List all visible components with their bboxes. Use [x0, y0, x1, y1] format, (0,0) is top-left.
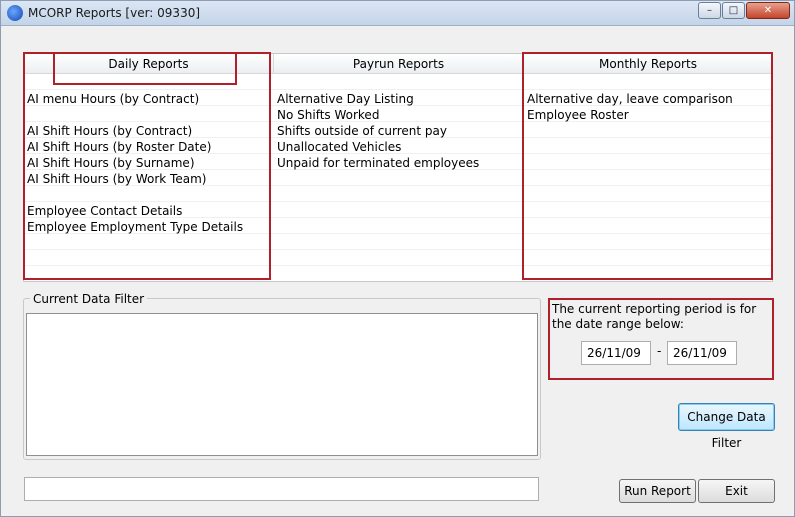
- date-to-field[interactable]: 26/11/09: [667, 341, 737, 365]
- grid-row: [24, 234, 772, 250]
- grid-row: [24, 250, 772, 266]
- current-data-filter-textarea[interactable]: [26, 313, 538, 456]
- reporting-period-text: The current reporting period is for the …: [552, 302, 757, 331]
- date-from-field[interactable]: 26/11/09: [581, 341, 651, 365]
- exit-button[interactable]: Exit: [698, 479, 775, 503]
- run-report-button[interactable]: Run Report: [619, 479, 696, 503]
- monthly-reports-header[interactable]: Monthly Reports: [524, 54, 772, 74]
- daily-report-item[interactable]: AI menu Hours (by Contract): [27, 91, 199, 107]
- grid-row: [24, 186, 772, 202]
- payrun-report-item[interactable]: Unallocated Vehicles: [277, 139, 401, 155]
- daily-report-item[interactable]: AI Shift Hours (by Roster Date): [27, 139, 211, 155]
- status-field: [24, 477, 539, 501]
- app-logo-icon: [7, 5, 23, 21]
- window-title: MCORP Reports [ver: 09330]: [28, 6, 201, 20]
- grid-row: [24, 106, 772, 122]
- payrun-reports-header[interactable]: Payrun Reports: [274, 54, 524, 74]
- daily-report-item[interactable]: AI Shift Hours (by Work Team): [27, 171, 206, 187]
- date-separator: -: [657, 344, 662, 358]
- payrun-report-item[interactable]: Shifts outside of current pay: [277, 123, 447, 139]
- daily-reports-header[interactable]: Daily Reports: [24, 54, 274, 74]
- payrun-report-item[interactable]: Unpaid for terminated employees: [277, 155, 479, 171]
- monthly-report-item[interactable]: Alternative day, leave comparison: [527, 91, 733, 107]
- daily-report-item[interactable]: Employee Contact Details: [27, 203, 182, 219]
- change-data-filter-button[interactable]: Change Data Filter: [678, 403, 775, 450]
- grid-row: [24, 74, 772, 90]
- payrun-report-item[interactable]: Alternative Day Listing: [277, 91, 414, 107]
- close-button[interactable]: ✕: [746, 2, 790, 19]
- payrun-report-item[interactable]: No Shifts Worked: [277, 107, 379, 123]
- daily-report-item[interactable]: AI Shift Hours (by Contract): [27, 123, 192, 139]
- daily-report-item[interactable]: Employee Employment Type Details: [27, 219, 243, 235]
- minimize-button[interactable]: –: [698, 2, 721, 19]
- title-bar[interactable]: MCORP Reports [ver: 09330] – □ ✕: [1, 1, 794, 26]
- monthly-report-item[interactable]: Employee Roster: [527, 107, 629, 123]
- daily-report-item[interactable]: AI Shift Hours (by Surname): [27, 155, 195, 171]
- reports-grid: Daily Reports Payrun Reports Monthly Rep…: [23, 53, 773, 282]
- maximize-button[interactable]: □: [722, 2, 745, 19]
- current-data-filter-label: Current Data Filter: [30, 292, 148, 306]
